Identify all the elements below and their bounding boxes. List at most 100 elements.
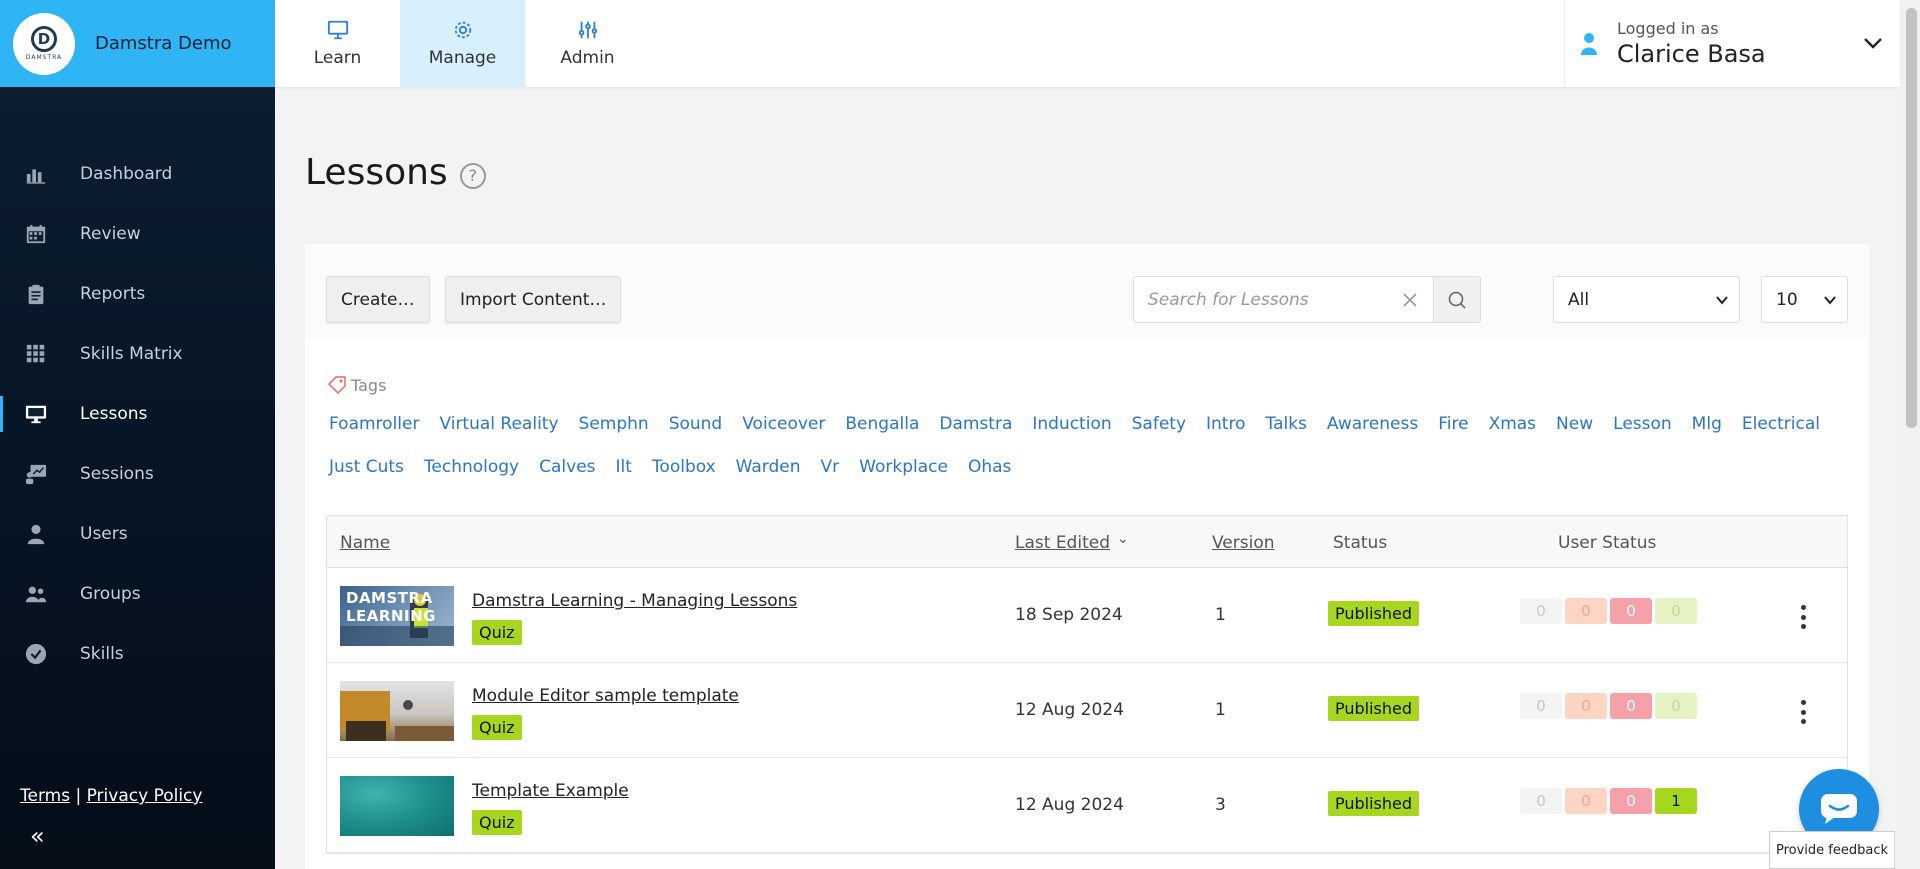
create-button[interactable]: Create… — [326, 276, 430, 323]
last-edited-column-header[interactable]: Last Edited — [1015, 533, 1110, 553]
user-status-overdue[interactable]: 0 — [1610, 788, 1652, 814]
tab-learn[interactable]: Learn — [275, 0, 400, 87]
sidebar-item-sessions[interactable]: Sessions — [0, 444, 275, 504]
top-bar: Learn Manage Admin Logged in as Clarice … — [275, 0, 1900, 87]
user-status-not-started[interactable]: 0 — [1520, 788, 1562, 814]
tags-heading: Tags — [327, 375, 386, 395]
status-badge: Published — [1328, 791, 1420, 816]
tag-link[interactable]: Voiceover — [738, 406, 831, 449]
tag-link[interactable]: Electrical — [1738, 406, 1826, 449]
user-status-column-header: User Status — [1558, 533, 1657, 553]
user-status-completed[interactable]: 0 — [1655, 598, 1697, 624]
tag-link[interactable]: Damstra — [935, 406, 1018, 449]
calendar-icon — [24, 222, 48, 246]
sidebar-item-groups[interactable]: Groups — [0, 564, 275, 624]
user-status-in-progress[interactable]: 0 — [1565, 788, 1607, 814]
tag-link[interactable]: Calves — [535, 449, 601, 492]
collapse-sidebar-button[interactable]: « — [30, 822, 45, 850]
tag-link[interactable]: Foamroller — [325, 406, 425, 449]
sidebar-item-dashboard[interactable]: Dashboard — [0, 144, 275, 204]
tab-label: Admin — [560, 48, 615, 68]
tag-link[interactable]: Vr — [817, 449, 846, 492]
tag-link[interactable]: Just Cuts — [325, 449, 410, 492]
tag-link[interactable]: Talks — [1262, 406, 1313, 449]
lesson-name-link[interactable]: Damstra Learning - Managing Lessons — [472, 591, 797, 611]
sidebar-item-users[interactable]: Users — [0, 504, 275, 564]
tag-link[interactable]: Xmas — [1485, 406, 1542, 449]
tag-link[interactable]: Workplace — [855, 449, 954, 492]
presentation-icon — [24, 462, 48, 486]
page-scrollbar[interactable] — [1903, 0, 1920, 869]
lesson-type-badge: Quiz — [472, 715, 522, 740]
version-column-header[interactable]: Version — [1212, 533, 1275, 553]
tag-link[interactable]: Toolbox — [648, 449, 722, 492]
tag-link[interactable]: Ilt — [612, 449, 638, 492]
tag-link[interactable]: Ohas — [964, 449, 1017, 492]
sidebar-item-skills[interactable]: Skills — [0, 624, 275, 684]
user-status-in-progress[interactable]: 0 — [1565, 598, 1607, 624]
lesson-name-link[interactable]: Module Editor sample template — [472, 686, 739, 706]
user-status-completed[interactable]: 0 — [1655, 693, 1697, 719]
sidebar-item-label: Review — [80, 224, 141, 244]
terms-link[interactable]: Terms — [20, 786, 70, 806]
name-column-header[interactable]: Name — [340, 533, 390, 553]
row-actions-menu-icon[interactable] — [1800, 700, 1806, 724]
status-column-header: Status — [1333, 533, 1388, 553]
tag-link[interactable]: Sound — [665, 406, 729, 449]
user-status-overdue[interactable]: 0 — [1610, 598, 1652, 624]
scrollbar-thumb[interactable] — [1906, 8, 1917, 428]
page-title: Lessons ? — [305, 152, 486, 193]
lesson-thumbnail — [340, 776, 454, 836]
user-info: Logged in as Clarice Basa — [1617, 19, 1766, 68]
tab-admin[interactable]: Admin — [525, 0, 650, 87]
tag-link[interactable]: Safety — [1128, 406, 1192, 449]
help-icon[interactable]: ? — [459, 162, 486, 189]
privacy-policy-link[interactable]: Privacy Policy — [87, 786, 203, 806]
provide-feedback-button[interactable]: Provide feedback — [1769, 831, 1895, 869]
user-status-in-progress[interactable]: 0 — [1565, 693, 1607, 719]
tag-link[interactable]: Bengalla — [841, 406, 925, 449]
chevron-down-icon[interactable] — [1862, 32, 1884, 54]
sidebar-item-label: Users — [80, 524, 128, 544]
user-status-not-started[interactable]: 0 — [1520, 598, 1562, 624]
lesson-thumbnail — [340, 681, 454, 741]
tag-link[interactable]: New — [1552, 406, 1599, 449]
row-actions-menu-icon[interactable] — [1800, 605, 1806, 629]
tag-link[interactable]: Lesson — [1609, 406, 1678, 449]
sidebar-item-reports[interactable]: Reports — [0, 264, 275, 324]
search-box — [1133, 276, 1481, 323]
sidebar-item-lessons[interactable]: Lessons — [0, 384, 275, 444]
tag-link[interactable]: Mlg — [1688, 406, 1728, 449]
version-number: 3 — [1215, 795, 1226, 815]
table-row[interactable]: Module Editor sample template Quiz 12 Au… — [327, 663, 1847, 758]
brand-header[interactable]: D DAMSTRA Damstra Demo — [0, 0, 275, 87]
tag-link[interactable]: Warden — [732, 449, 807, 492]
sidebar-item-review[interactable]: Review — [0, 204, 275, 264]
sidebar-item-skills-matrix[interactable]: Skills Matrix — [0, 324, 275, 384]
clear-search-icon[interactable] — [1395, 285, 1425, 315]
user-status-overdue[interactable]: 0 — [1610, 693, 1652, 719]
user-status-completed[interactable]: 1 — [1655, 788, 1697, 814]
legal-links: Terms | Privacy Policy — [20, 786, 202, 806]
clipboard-icon — [24, 282, 48, 306]
tag-link[interactable]: Intro — [1202, 406, 1251, 449]
lesson-name-link[interactable]: Template Example — [472, 781, 629, 801]
import-content-button[interactable]: Import Content… — [445, 276, 622, 323]
tag-link[interactable]: Virtual Reality — [435, 406, 564, 449]
table-row[interactable]: DAMSTRA LEARNING Damstra Learning - Mana… — [327, 568, 1847, 663]
page-size-select[interactable]: 10 — [1761, 276, 1848, 323]
user-status-not-started[interactable]: 0 — [1520, 693, 1562, 719]
tag-link[interactable]: Induction — [1028, 406, 1117, 449]
chevron-down-icon — [1824, 295, 1836, 305]
damstra-logo: D DAMSTRA — [13, 12, 75, 75]
tab-manage[interactable]: Manage — [400, 0, 525, 87]
user-menu[interactable]: Logged in as Clarice Basa — [1564, 0, 1884, 87]
tag-link[interactable]: Semphn — [575, 406, 655, 449]
search-input[interactable] — [1148, 289, 1395, 310]
tag-link[interactable]: Awareness — [1323, 406, 1424, 449]
status-filter-select[interactable]: All — [1553, 276, 1740, 323]
tag-link[interactable]: Technology — [420, 449, 525, 492]
search-icon[interactable] — [1433, 277, 1480, 322]
tag-link[interactable]: Fire — [1434, 406, 1474, 449]
table-row[interactable]: Template Example Quiz 12 Aug 2024 3 Publ… — [327, 758, 1847, 853]
